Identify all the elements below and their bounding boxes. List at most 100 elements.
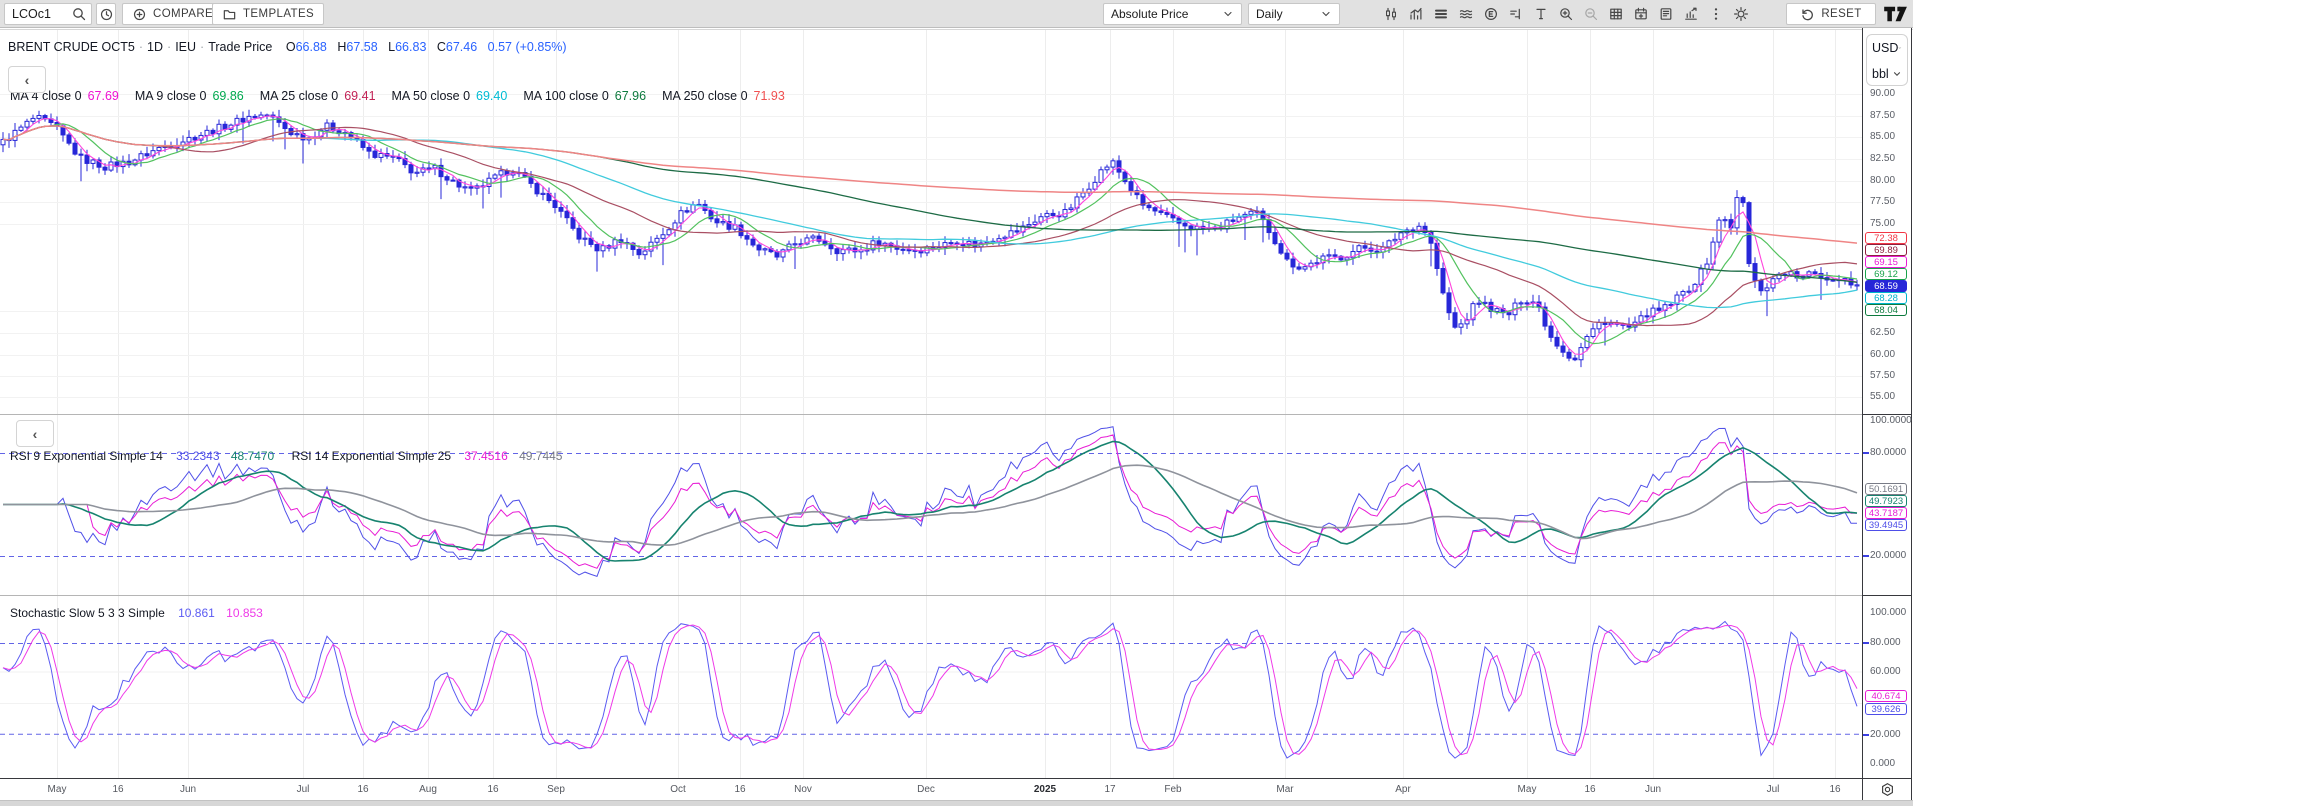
chart-export-icon[interactable] bbox=[1678, 0, 1703, 28]
insert-field-icon[interactable] bbox=[1503, 0, 1528, 28]
stochastic-legend: Stochastic Slow 5 3 3 Simple 10.861 10.8… bbox=[10, 606, 263, 620]
undo-icon bbox=[1800, 7, 1815, 22]
interval-dropdown[interactable]: Daily bbox=[1248, 3, 1340, 25]
unit-dropdown[interactable]: bbl bbox=[1867, 61, 1907, 87]
time-label: Jun bbox=[180, 784, 196, 795]
price-label: 49.7923 bbox=[1865, 495, 1907, 507]
time-label: 16 bbox=[487, 784, 498, 795]
time-label: Mar bbox=[1276, 784, 1293, 795]
symbol-search-input[interactable]: LCOc1 bbox=[4, 3, 92, 25]
price-label: 40.674 bbox=[1865, 690, 1907, 702]
zoom-in-icon[interactable] bbox=[1553, 0, 1578, 28]
time-label: Feb bbox=[1164, 784, 1181, 795]
time-label: May bbox=[48, 784, 67, 795]
pane-separators bbox=[0, 30, 1913, 596]
reset-button[interactable]: RESET bbox=[1786, 3, 1876, 25]
legend-series-type: Trade Price bbox=[208, 40, 272, 54]
time-label: Jul bbox=[1767, 784, 1780, 795]
stoch-k-value: 10.861 bbox=[178, 606, 215, 620]
price-mode-dropdown[interactable]: Absolute Price bbox=[1103, 3, 1242, 25]
axis-tick-label: 57.50 bbox=[1870, 370, 1895, 381]
axis-tick-label: 0.000 bbox=[1870, 758, 1895, 769]
rsi1-title[interactable]: RSI 9 Exponential Simple 14 bbox=[10, 449, 163, 463]
ma-100-line bbox=[3, 126, 1857, 282]
collapse-main-pane-button[interactable]: ‹ bbox=[8, 66, 46, 93]
chart-settings-icon bbox=[1880, 782, 1895, 797]
legend-exchange: IEU bbox=[175, 40, 196, 54]
currency-value: USD bbox=[1872, 41, 1898, 55]
compare-button[interactable]: COMPARE bbox=[122, 3, 223, 25]
level-tick bbox=[1863, 734, 1869, 736]
change-value: 0.57 (+0.85%) bbox=[488, 40, 567, 54]
ma-legend-item[interactable]: MA 250 close 071.93 bbox=[662, 89, 785, 103]
legend-interval: 1D bbox=[147, 40, 163, 54]
search-icon bbox=[71, 6, 87, 22]
price-label: 68.04 bbox=[1865, 304, 1907, 316]
price-axis[interactable]: USD bbl 90.0087.5085.0082.5080.0077.5075… bbox=[1862, 28, 1912, 778]
rsi2-title[interactable]: RSI 14 Exponential Simple 25 bbox=[292, 449, 451, 463]
axis-tick-label: 100.000 bbox=[1870, 607, 1906, 618]
top-toolbar: LCOc1 COMPARE TEMPLATES Absolute Price bbox=[0, 0, 1913, 28]
templates-button[interactable]: TEMPLATES bbox=[212, 3, 324, 25]
level-tick bbox=[1863, 642, 1869, 644]
rsi-legend: RSI 9 Exponential Simple 14 33.2343 48.7… bbox=[10, 449, 562, 463]
axis-settings-cell[interactable] bbox=[1862, 778, 1912, 800]
time-label: Jun bbox=[1645, 784, 1661, 795]
ohlc-low: L66.83 bbox=[388, 40, 426, 54]
ma-legend-item[interactable]: MA 25 close 069.41 bbox=[260, 89, 376, 103]
time-label: 16 bbox=[1829, 784, 1840, 795]
axis-tick-label: 60.00 bbox=[1870, 349, 1895, 360]
time-label: May bbox=[1518, 784, 1537, 795]
collapse-rsi-pane-button[interactable]: ‹ bbox=[16, 420, 54, 447]
time-label: Dec bbox=[917, 784, 935, 795]
chart-canvas[interactable] bbox=[0, 0, 1913, 806]
time-label: 16 bbox=[1584, 784, 1595, 795]
price-label: 68.28 bbox=[1865, 292, 1907, 304]
stoch-d-value: 10.853 bbox=[226, 606, 263, 620]
ma-4-line bbox=[3, 116, 1857, 354]
waves-icon[interactable] bbox=[1453, 0, 1478, 28]
price-label: 69.89 bbox=[1865, 244, 1907, 256]
candlestick-series bbox=[1, 110, 1859, 367]
more-options-icon[interactable] bbox=[1703, 0, 1728, 28]
axis-tick-label: 55.00 bbox=[1870, 391, 1895, 402]
events-icon[interactable] bbox=[1478, 0, 1503, 28]
axis-tick-label: 85.00 bbox=[1870, 131, 1895, 142]
toolbar-icon-row bbox=[1378, 0, 1753, 28]
ma-legend-item[interactable]: MA 100 close 067.96 bbox=[523, 89, 646, 103]
compare-button-label: COMPARE bbox=[153, 8, 213, 20]
symbol-title[interactable]: BRENT CRUDE OCT5 bbox=[8, 40, 135, 54]
price-label: 69.12 bbox=[1865, 268, 1907, 280]
clock-icon bbox=[99, 7, 114, 22]
stacked-lines-icon[interactable] bbox=[1428, 0, 1453, 28]
settings-icon[interactable] bbox=[1728, 0, 1753, 28]
time-label: 16 bbox=[357, 784, 368, 795]
candlestick-style-icon[interactable] bbox=[1378, 0, 1403, 28]
level-tick bbox=[1863, 555, 1869, 557]
time-label: Sep bbox=[547, 784, 565, 795]
ma-legend-item[interactable]: MA 50 close 069.40 bbox=[392, 89, 508, 103]
axis-tick-label: 87.50 bbox=[1870, 110, 1895, 121]
calendar-add-icon[interactable] bbox=[1628, 0, 1653, 28]
stoch-title[interactable]: Stochastic Slow 5 3 3 Simple bbox=[10, 606, 165, 620]
templates-button-label: TEMPLATES bbox=[243, 8, 314, 20]
symbol-value: LCOc1 bbox=[12, 7, 51, 21]
text-tool-icon[interactable] bbox=[1528, 0, 1553, 28]
chevron-down-icon bbox=[1898, 43, 1902, 53]
currency-dropdown[interactable]: USD bbox=[1867, 35, 1907, 61]
axis-tick-label: 90.00 bbox=[1870, 88, 1895, 99]
time-axis[interactable]: May16JunJul16Aug16SepOct16NovDec202517Fe… bbox=[0, 778, 1862, 800]
stochastic-lines bbox=[3, 621, 1857, 758]
ma-9-line bbox=[3, 119, 1857, 344]
price-label: 39.626 bbox=[1865, 703, 1907, 715]
news-icon[interactable] bbox=[1653, 0, 1678, 28]
ma-250-line bbox=[3, 126, 1857, 243]
ma-legend-item[interactable]: MA 9 close 069.86 bbox=[135, 89, 244, 103]
chevron-down-icon bbox=[1320, 8, 1332, 20]
rsi2-smoothing-value: 49.7445 bbox=[519, 449, 562, 463]
ohlc-close: C67.46 bbox=[437, 40, 477, 54]
table-icon[interactable] bbox=[1603, 0, 1628, 28]
interval-back-button[interactable] bbox=[96, 3, 116, 25]
symbol-legend: BRENT CRUDE OCT5·1D·IEU·Trade Price O66.… bbox=[8, 40, 567, 54]
bar-chart-icon[interactable] bbox=[1403, 0, 1428, 28]
